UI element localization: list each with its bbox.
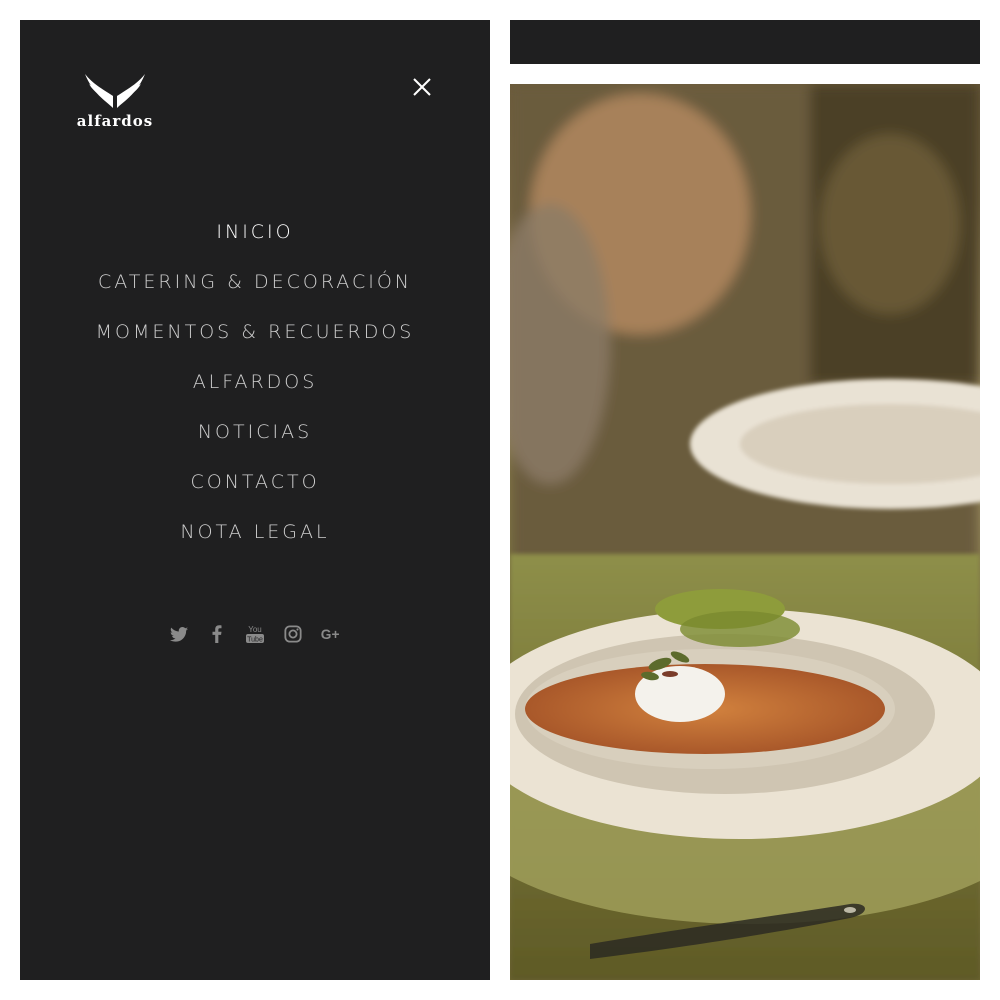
close-icon[interactable] bbox=[410, 75, 434, 99]
nav-item-alfardos: ALFARDOS bbox=[20, 367, 490, 417]
nav-link-catering[interactable]: CATERING & DECORACIÓN bbox=[98, 271, 412, 293]
youtube-icon[interactable]: You Tube bbox=[243, 623, 267, 645]
nav-link-momentos[interactable]: MOMENTOS & RECUERDOS bbox=[96, 321, 415, 343]
nav-item-nota-legal: NOTA LEGAL bbox=[20, 517, 490, 567]
main-nav: INICIO CATERING & DECORACIÓN MOMENTOS & … bbox=[20, 217, 490, 567]
youtube-text-bottom: Tube bbox=[247, 637, 263, 644]
youtube-text-top: You bbox=[248, 625, 262, 634]
food-photo bbox=[510, 84, 980, 980]
google-plus-text: G+ bbox=[321, 627, 340, 642]
nav-link-contacto[interactable]: CONTACTO bbox=[190, 471, 319, 493]
nav-link-noticias[interactable]: NOTICIAS bbox=[198, 421, 312, 443]
instagram-icon[interactable] bbox=[281, 623, 305, 645]
top-bar bbox=[510, 20, 980, 64]
wings-icon bbox=[85, 74, 145, 108]
brand-logo[interactable]: alfardos bbox=[60, 70, 170, 140]
google-plus-icon[interactable]: G+ bbox=[319, 623, 343, 645]
nav-item-catering: CATERING & DECORACIÓN bbox=[20, 267, 490, 317]
food-photo-illustration bbox=[510, 84, 980, 980]
nav-link-nota-legal[interactable]: NOTA LEGAL bbox=[180, 521, 329, 543]
twitter-icon[interactable] bbox=[167, 623, 191, 645]
social-links: You Tube G+ bbox=[20, 623, 490, 645]
nav-item-contacto: CONTACTO bbox=[20, 467, 490, 517]
nav-link-inicio[interactable]: INICIO bbox=[216, 221, 293, 243]
nav-item-inicio: INICIO bbox=[20, 217, 490, 267]
brand-name: alfardos bbox=[76, 112, 154, 130]
nav-item-momentos: MOMENTOS & RECUERDOS bbox=[20, 317, 490, 367]
nav-item-noticias: NOTICIAS bbox=[20, 417, 490, 467]
facebook-icon[interactable] bbox=[205, 623, 229, 645]
nav-link-alfardos[interactable]: ALFARDOS bbox=[193, 371, 318, 393]
menu-panel: alfardos INICIO CATERING & DECORACIÓN MO… bbox=[20, 20, 490, 980]
